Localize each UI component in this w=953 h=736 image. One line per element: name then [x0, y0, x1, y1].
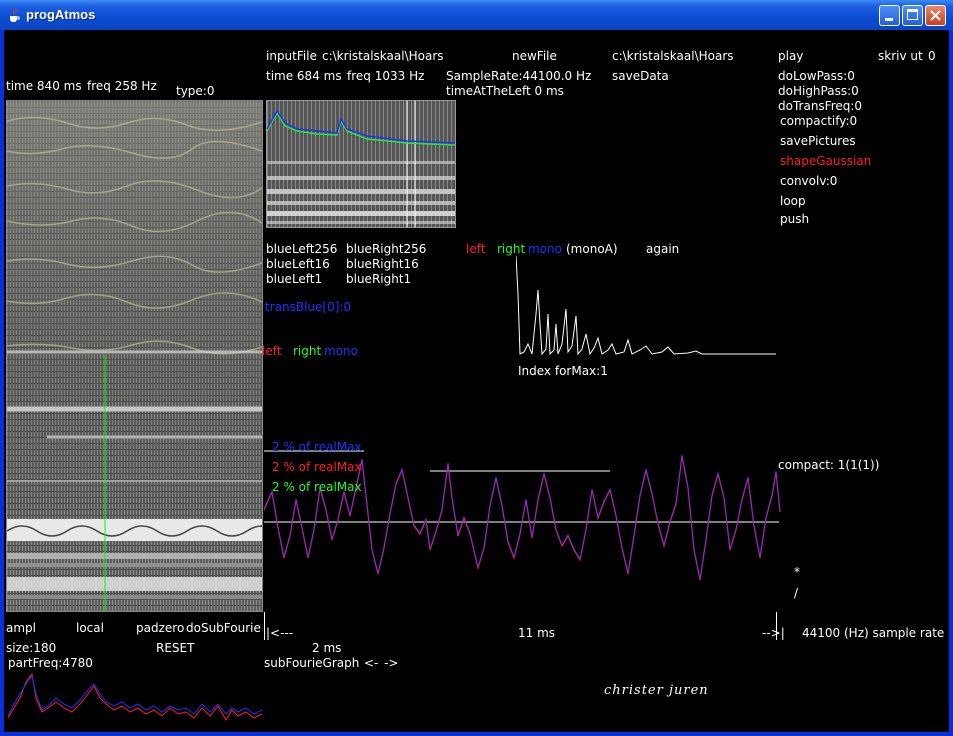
loop-button[interactable]: loop: [780, 194, 806, 208]
timeline-duration: 11 ms: [518, 626, 556, 640]
transblue-label: transBlue[0]:0: [265, 300, 352, 314]
samplerate-label: SampleRate:44100.0 Hz: [446, 69, 592, 83]
blueleft256-button[interactable]: blueLeft256: [266, 242, 337, 256]
subfourie-graph: [7, 672, 263, 721]
blueleft1-button[interactable]: blueLeft1: [266, 272, 322, 286]
subfourie-forward-button[interactable]: ->: [384, 656, 398, 670]
freq-label: freq 258 Hz: [87, 79, 157, 93]
play-button[interactable]: play: [778, 49, 803, 63]
mono-channel-button[interactable]: mono: [324, 344, 358, 358]
minimize-icon: [885, 18, 893, 21]
window-title: progAtmos: [26, 7, 96, 22]
time-label: time 840 ms: [6, 79, 82, 93]
padzero-button[interactable]: padzero: [136, 621, 184, 635]
reset-button[interactable]: RESET: [156, 641, 194, 655]
savepictures-button[interactable]: savePictures: [780, 134, 856, 148]
title-bar[interactable]: progAtmos: [0, 0, 953, 30]
close-button[interactable]: [925, 5, 946, 26]
java-cup-icon: [10, 8, 20, 22]
close-icon: [930, 10, 941, 21]
blueleft16-button[interactable]: blueLeft16: [266, 257, 330, 271]
newfile-path: c:\kristalskaal\Hoars: [612, 49, 734, 63]
signature: christer juren: [604, 683, 709, 698]
skrivut-value: 0: [928, 49, 936, 63]
ampl-button[interactable]: ampl: [6, 621, 36, 635]
blueright256-button[interactable]: blueRight256: [346, 242, 426, 256]
timeline-left-arrow[interactable]: |<---: [266, 626, 293, 640]
size-label: size:180: [6, 641, 57, 655]
compact-label: compact: 1(1(1)): [778, 458, 880, 472]
mini-spectrogram[interactable]: [266, 100, 456, 228]
app-window: progAtmos time 840 ms freq 258 Hz type:0…: [0, 0, 953, 736]
canvas-area: time 840 ms freq 258 Hz type:0 inputFile…: [4, 30, 949, 732]
dolowpass-toggle[interactable]: doLowPass:0: [778, 69, 855, 83]
timeline-right-arrow[interactable]: -->|: [762, 626, 785, 640]
left-channel-button[interactable]: left: [262, 344, 281, 358]
left-channel2-button[interactable]: left: [466, 242, 485, 256]
convolv-toggle[interactable]: convolv:0: [780, 174, 837, 188]
spectrogram-image: [7, 101, 262, 611]
mini-spectrogram-image: [267, 101, 455, 227]
subfourie-back-button[interactable]: <-: [364, 656, 378, 670]
compactify-toggle[interactable]: compactify:0: [780, 114, 857, 128]
push-button[interactable]: push: [780, 212, 809, 226]
inputfile-button[interactable]: inputFile: [266, 49, 317, 63]
star-marker: *: [794, 565, 800, 579]
blueright1-button[interactable]: blueRight1: [346, 272, 411, 286]
dotransfreq-toggle[interactable]: doTransFreq:0: [778, 99, 862, 113]
newfile-button[interactable]: newFile: [512, 49, 557, 63]
subfouriegraph-label: subFourieGraph: [264, 656, 360, 670]
dohighpass-toggle[interactable]: doHighPass:0: [778, 84, 859, 98]
type-label[interactable]: type:0: [176, 84, 214, 98]
spectrum-peaks-graph: [516, 255, 776, 356]
pct-blue-label: 2 % of realMax: [272, 440, 362, 454]
right-channel-button[interactable]: right: [293, 344, 321, 358]
timeattheleft-label: timeAtTheLeft 0 ms: [446, 84, 564, 98]
main-spectrogram[interactable]: [6, 100, 263, 612]
freq2-label: freq 1033 Hz: [347, 69, 425, 83]
indexformax-label: Index forMax:1: [518, 364, 608, 378]
pct-green-label: 2 % of realMax: [272, 480, 362, 494]
maximize-icon: [907, 9, 918, 20]
dosubfourie-button[interactable]: doSubFourie: [186, 621, 261, 635]
local-button[interactable]: local: [76, 621, 104, 635]
blueright16-button[interactable]: blueRight16: [346, 257, 419, 271]
inputfile-path: c:\kristalskaal\Hoars: [322, 49, 444, 63]
minimize-button[interactable]: [879, 5, 900, 26]
savedata-button[interactable]: saveData: [612, 69, 669, 83]
samplerate-hint: 44100 (Hz) sample rate: [802, 626, 945, 640]
maximize-button[interactable]: [902, 5, 923, 26]
shapegaussian-button[interactable]: shapeGaussian: [780, 154, 871, 168]
time2-label: time 684 ms: [266, 69, 342, 83]
timeline-left-marker: [264, 612, 265, 640]
ms2-label: 2 ms: [312, 641, 342, 655]
slash-marker: /: [794, 586, 799, 600]
skrivut-button[interactable]: skriv ut: [878, 49, 923, 63]
pct-red-label: 2 % of realMax: [272, 460, 362, 474]
